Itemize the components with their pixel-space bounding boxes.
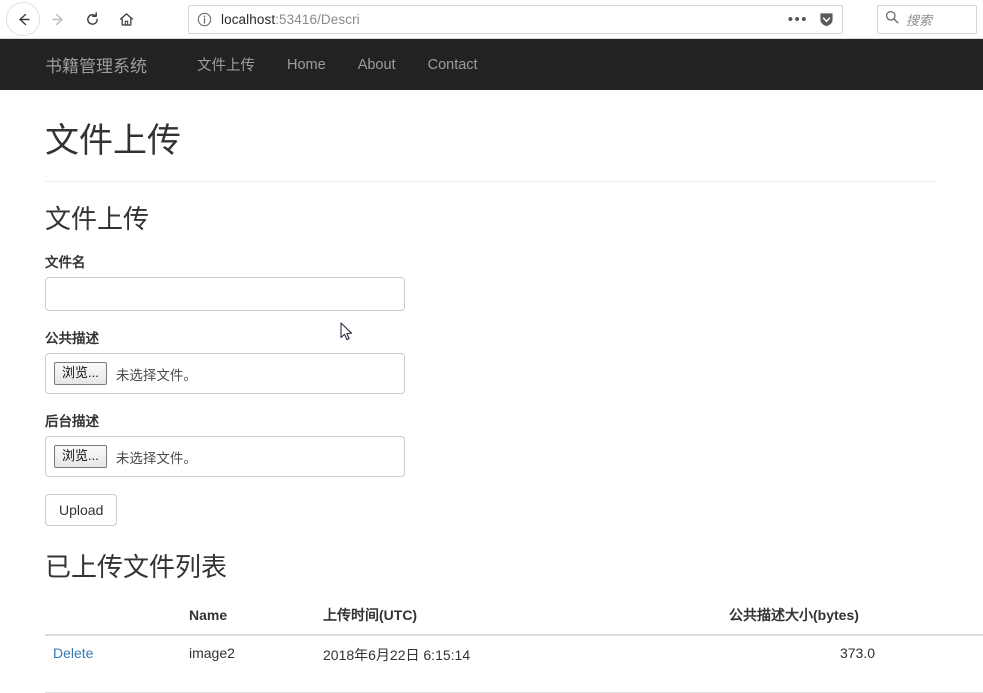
search-icon xyxy=(885,10,906,29)
forward-button[interactable] xyxy=(42,3,74,35)
urlbar-actions: ••• xyxy=(780,11,835,28)
nav-link-about[interactable]: About xyxy=(342,57,412,73)
address-bar[interactable]: localhost:53416/Descri ••• xyxy=(188,4,843,34)
search-placeholder: 搜索 xyxy=(906,12,933,28)
file-status-public: 未选择文件。 xyxy=(115,367,197,383)
label-backend-description: 后台描述 xyxy=(45,414,99,430)
table-body: Delete image2 2018年6月22日 6:15:14 373.0 xyxy=(45,635,983,693)
filename-input[interactable] xyxy=(45,277,405,312)
home-icon xyxy=(119,12,133,26)
nav-link-file-upload[interactable]: 文件上传 xyxy=(181,54,271,75)
nav-link-contact[interactable]: Contact xyxy=(412,57,494,73)
back-arrow-icon xyxy=(18,13,30,25)
url-path: :53416/Descri xyxy=(275,11,360,27)
form-group-backend-description: 后台描述 浏览... 未选择文件。 xyxy=(45,410,938,478)
nav-link-home[interactable]: Home xyxy=(271,57,342,73)
browser-nav-buttons xyxy=(6,2,142,36)
th-actions xyxy=(45,597,181,637)
cell-upload-time: 2018年6月22日 6:15:14 xyxy=(315,635,721,693)
public-description-file-input[interactable]: 浏览... 未选择文件。 xyxy=(45,353,405,395)
browse-button-backend[interactable]: 浏览... xyxy=(54,445,107,469)
browser-toolbar: localhost:53416/Descri ••• 搜索 xyxy=(0,0,983,39)
form-group-filename: 文件名 xyxy=(45,251,938,312)
browse-button-public[interactable]: 浏览... xyxy=(54,362,107,386)
url-text: localhost:53416/Descri xyxy=(221,12,360,27)
shield-icon[interactable] xyxy=(818,11,835,28)
page-title: 文件上传 xyxy=(45,122,181,160)
reload-icon xyxy=(86,11,98,25)
browser-search-box[interactable]: 搜索 xyxy=(877,4,977,34)
form-group-public-description: 公共描述 浏览... 未选择文件。 xyxy=(45,327,938,395)
back-button[interactable] xyxy=(6,2,40,36)
delete-link[interactable]: Delete xyxy=(53,645,93,661)
urlbar-container: localhost:53416/Descri ••• xyxy=(142,4,871,34)
th-public-description-size: 公共描述大小(bytes) xyxy=(721,597,983,637)
home-button[interactable] xyxy=(110,3,142,35)
navbar-brand[interactable]: 书籍管理系统 xyxy=(45,52,147,77)
th-name: Name xyxy=(181,597,315,637)
table-head: Name 上传时间(UTC) 公共描述大小(bytes) xyxy=(45,597,983,637)
file-status-backend: 未选择文件。 xyxy=(115,450,197,466)
table-row: Delete image2 2018年6月22日 6:15:14 373.0 xyxy=(45,635,983,693)
url-host: localhost xyxy=(221,11,276,27)
forward-arrow-icon xyxy=(51,13,63,25)
uploaded-files-table: Name 上传时间(UTC) 公共描述大小(bytes) Delete imag… xyxy=(45,597,983,693)
reload-button[interactable] xyxy=(76,3,108,35)
info-circle-icon[interactable] xyxy=(196,11,212,27)
form-section-title: 文件上传 xyxy=(45,204,150,235)
cell-size: 373.0 xyxy=(721,635,983,693)
title-divider xyxy=(45,181,938,183)
label-public-description: 公共描述 xyxy=(45,331,99,347)
table-header-row: Name 上传时间(UTC) 公共描述大小(bytes) xyxy=(45,597,983,637)
upload-button[interactable]: Upload xyxy=(45,494,118,527)
cell-actions: Delete xyxy=(45,635,181,693)
ellipsis-icon[interactable]: ••• xyxy=(788,12,808,27)
backend-description-file-input[interactable]: 浏览... 未选择文件。 xyxy=(45,436,405,478)
page-content: 文件上传 文件上传 文件名 公共描述 浏览... 未选择文件。 后台描述 浏览.… xyxy=(45,90,983,693)
navbar-links: 文件上传 Home About Contact xyxy=(181,54,494,75)
site-navbar: 书籍管理系统 文件上传 Home About Contact xyxy=(0,39,983,90)
uploaded-files-title: 已上传文件列表 xyxy=(45,552,228,583)
label-filename: 文件名 xyxy=(45,255,86,271)
navbar-inner: 书籍管理系统 文件上传 Home About Contact xyxy=(45,39,938,90)
cell-name: image2 xyxy=(181,635,315,693)
th-upload-time: 上传时间(UTC) xyxy=(315,597,721,637)
